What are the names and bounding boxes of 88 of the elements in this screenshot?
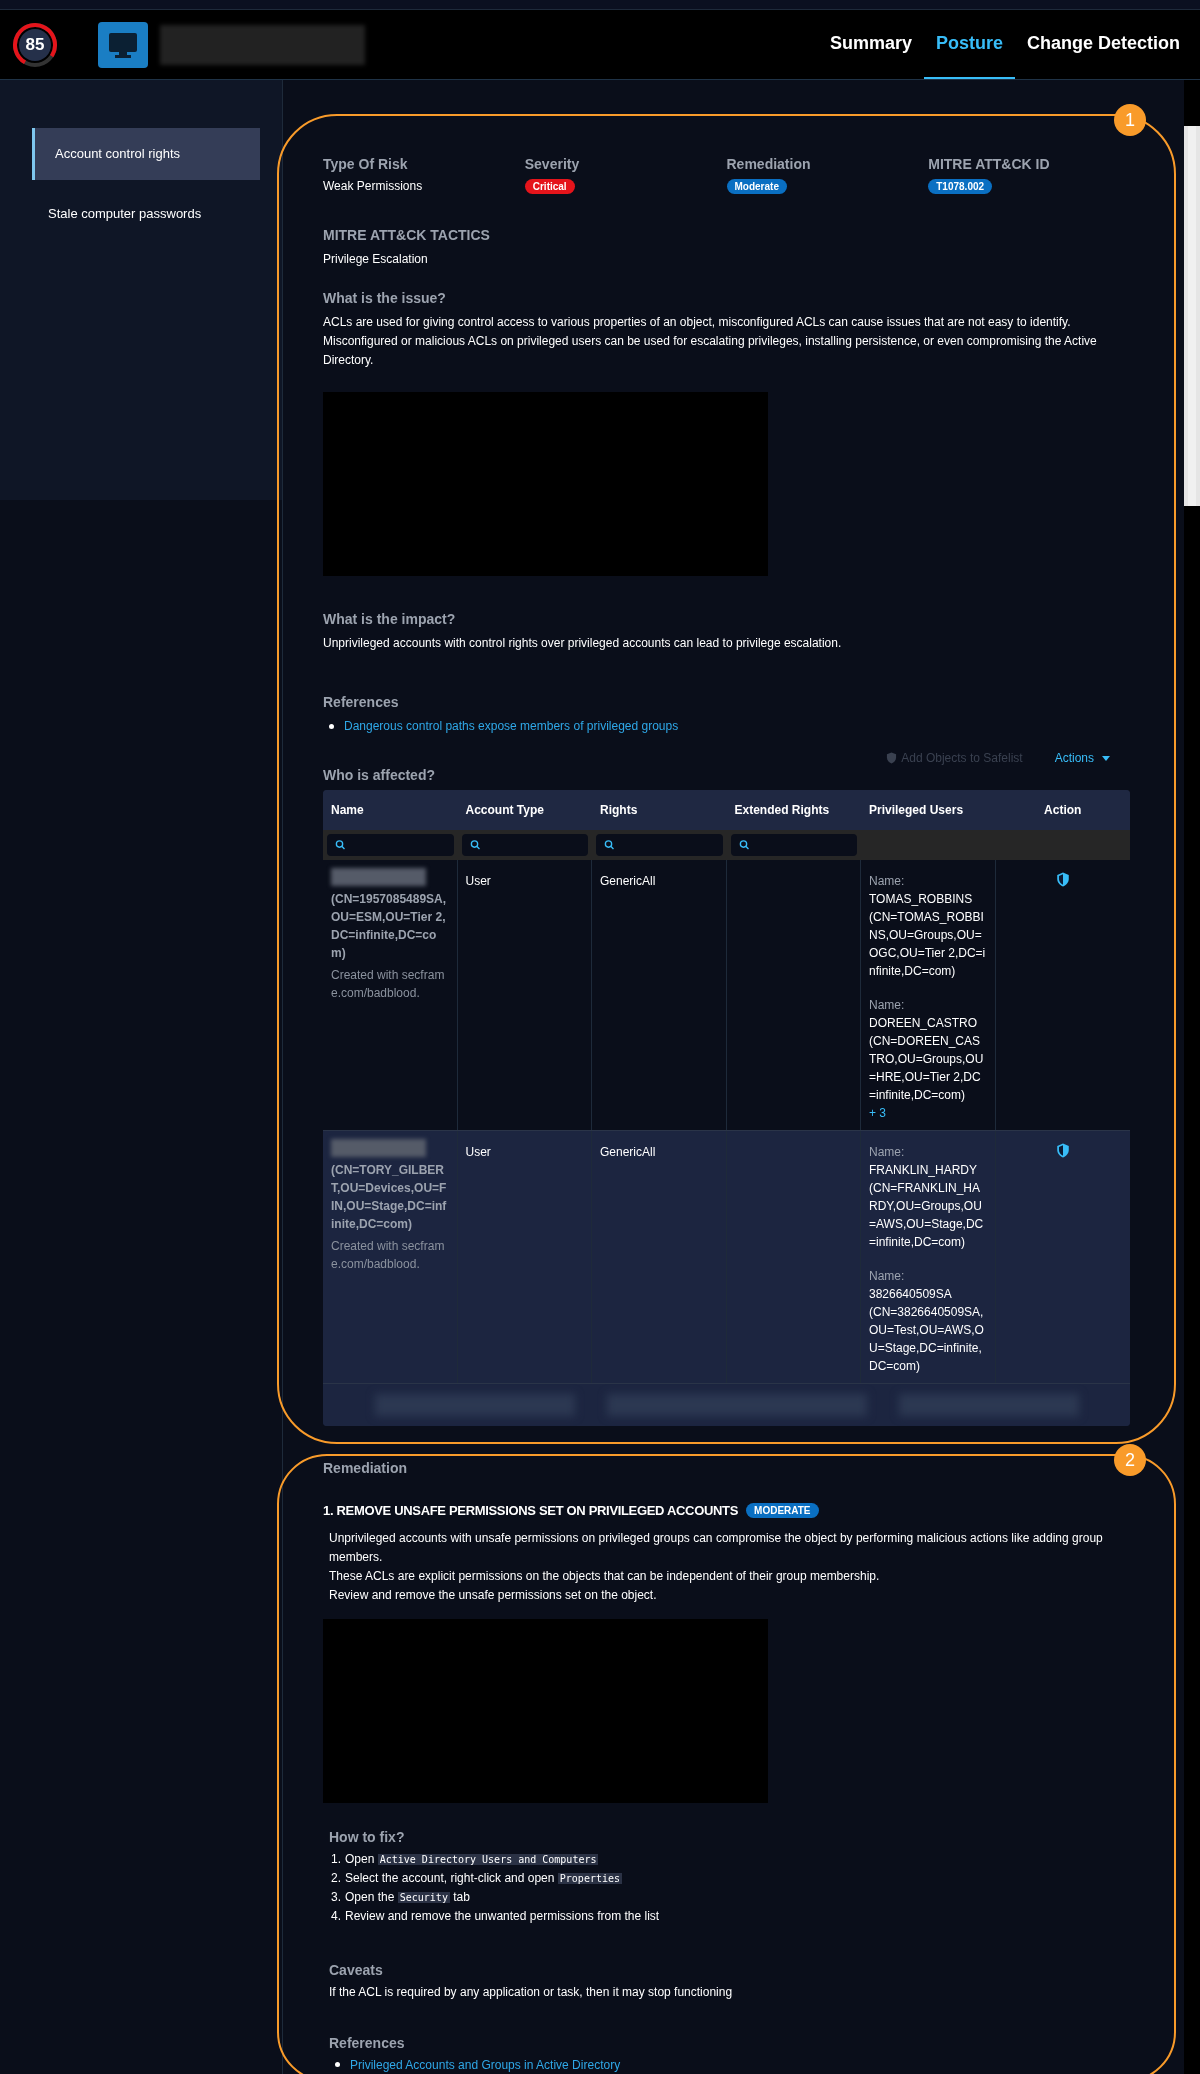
step-number: 4. [331, 1907, 341, 1925]
table-row[interactable] [323, 1131, 1130, 1384]
caveats-text: If the ACL is required by any application or task, then it may stop functioning [329, 1983, 734, 2001]
step-number: 3. [331, 1888, 341, 1906]
step-number: 1. [331, 1850, 341, 1868]
column-header: Account Type [464, 802, 545, 819]
field-label: Remediation [726, 155, 812, 174]
sidebar-item[interactable]: Account control rights [32, 128, 260, 180]
filter-field[interactable] [461, 834, 588, 856]
user-label: Name: [869, 997, 906, 1014]
step-text: Select the account, right-click and open Properties [345, 1869, 623, 1887]
annotation-marker: 1 [1114, 104, 1146, 136]
table-cell: User [465, 874, 491, 888]
shield-icon [886, 752, 898, 764]
user-name: 3826640509SA [869, 1286, 953, 1303]
user-dn: (CN=3826640509SA,OU=Test,OU=AWS,OU=Stage,DC=infinite,DC=com) [869, 1304, 985, 1375]
sidebar-item[interactable]: Stale computer passwords [32, 188, 260, 240]
filter-field[interactable] [596, 834, 723, 856]
section-heading: What is the impact? [323, 610, 457, 629]
section-heading: References [323, 693, 400, 712]
user-dn: (CN=FRANKLIN_HARDY,OU=Groups,OU=AWS,OU=Stage,DC=infinite,DC=com) [869, 1180, 985, 1251]
field-label: MITRE ATT&CK ID [928, 155, 1051, 174]
search-icon [335, 839, 346, 851]
step-number: 2. [331, 1869, 341, 1887]
user-name: DOREEN_CASTRO [869, 1015, 979, 1032]
issue-text: Misconfigured or malicious ACLs on privileged users can be used for escalating privileges, installing persistence, or even compromising the Active Directory. [323, 333, 1098, 369]
column-header: Action [1043, 802, 1083, 819]
field-label: Severity [524, 155, 581, 174]
search-icon [469, 839, 481, 851]
reference-link[interactable]: Dangerous control paths expose members of privileged groups [344, 717, 679, 735]
remediation-text: These ACLs are explicit permissions on the objects that can be independent of their group membership. [329, 1567, 881, 1585]
reference-link[interactable]: Privileged Accounts and Groups in Active Directory [350, 2055, 621, 2074]
nav-tab[interactable]: Summary [817, 10, 924, 79]
status-badge: Critical [524, 179, 575, 194]
note-text: Created with secframe.com/badblood. [331, 1238, 446, 1273]
status-badge: MODERATE [746, 1503, 819, 1519]
section-heading: Remediation [323, 1459, 408, 1478]
user-label: Name: [869, 1144, 906, 1161]
table-cell: GenericAll [600, 874, 656, 888]
issue-text: ACLs are used for giving control access to various properties of an object, misconfigured ACLs can cause issues that are not easy to identify. [323, 314, 1072, 331]
column-header: Rights [599, 802, 639, 819]
status-badge: T1078.002 [928, 179, 993, 194]
user-label: Name: [869, 1268, 906, 1285]
distinguished-name: (CN=TORY_GILBERT,OU=Devices,OU=FIN,OU=Stage,DC=infinite,DC=com) [331, 1162, 448, 1233]
section-heading: How to fix? [329, 1827, 406, 1847]
user-dn: (CN=TOMAS_ROBBINS,OU=Groups,OU=OGC,OU=Tier 2,DC=infinite,DC=com) [869, 909, 987, 980]
status-badge: Moderate [726, 179, 787, 194]
user-name: TOMAS_ROBBINS [869, 891, 974, 908]
scrollbar-thumb[interactable] [1184, 126, 1200, 506]
remediation-text: Unprivileged accounts with unsafe permissions on privileged groups can compromise the object by performing malicious actions like adding group members. [329, 1529, 1104, 1566]
user-dn: (CN=DOREEN_CASTRO,OU=Groups,OU=HRE,OU=Tier 2,DC=infinite,DC=com) [869, 1033, 985, 1104]
column-header: Extended Rights [733, 802, 831, 819]
field-label: Type Of Risk [323, 155, 409, 174]
column-header: Name [330, 802, 365, 819]
shield-icon[interactable] [1055, 1143, 1070, 1158]
section-heading: Caveats [329, 1960, 384, 1980]
user-label: Name: [869, 873, 906, 890]
section-heading: Who is affected? [323, 766, 436, 785]
impact-text: Unprivileged accounts with control rights over privileged accounts can lead to privilege escalation. [323, 635, 843, 652]
bullet-icon [329, 723, 334, 729]
actions-dropdown[interactable]: Actions [1054, 749, 1110, 767]
distinguished-name: (CN=1957085489SA,OU=ESM,OU=Tier 2,DC=infinite,DC=com) [331, 891, 448, 962]
annotation-marker: 2 [1114, 1444, 1146, 1476]
bullet-icon [335, 2062, 340, 2067]
column-header: Privileged Users [868, 802, 965, 819]
section-heading: What is the issue? [323, 289, 447, 308]
section-heading: References [329, 2033, 406, 2053]
shield-icon[interactable] [1055, 872, 1070, 887]
table-cell: GenericAll [600, 1145, 656, 1159]
note-text: Created with secframe.com/badblood. [331, 967, 446, 1002]
field-value: Privilege Escalation [323, 251, 429, 268]
remediation-text: Review and remove the unsafe permissions set on the object. [329, 1586, 658, 1604]
caret-icon [1102, 755, 1110, 761]
field-label: MITRE ATT&CK TACTICS [323, 226, 491, 245]
step-text: Review and remove the unwanted permissions from the list [345, 1907, 660, 1925]
more-link[interactable]: + 3 [869, 1104, 987, 1122]
remediation-title: 1. REMOVE UNSAFE PERMISSIONS SET ON PRIVILEGED ACCOUNTS [323, 1502, 739, 1520]
step-text: Open the Security tab [345, 1888, 470, 1906]
nav-tab[interactable]: Change Detection [1014, 10, 1192, 79]
score-value: 85 [24, 33, 46, 56]
monitor-icon [98, 21, 148, 68]
search-icon [738, 839, 750, 851]
filter-field[interactable] [730, 834, 857, 856]
user-name: FRANKLIN_HARDY [869, 1162, 979, 1179]
table-cell: User [465, 1145, 491, 1159]
field-value: Weak Permissions [323, 178, 424, 195]
search-icon [604, 839, 615, 851]
filter-field[interactable] [327, 834, 454, 856]
